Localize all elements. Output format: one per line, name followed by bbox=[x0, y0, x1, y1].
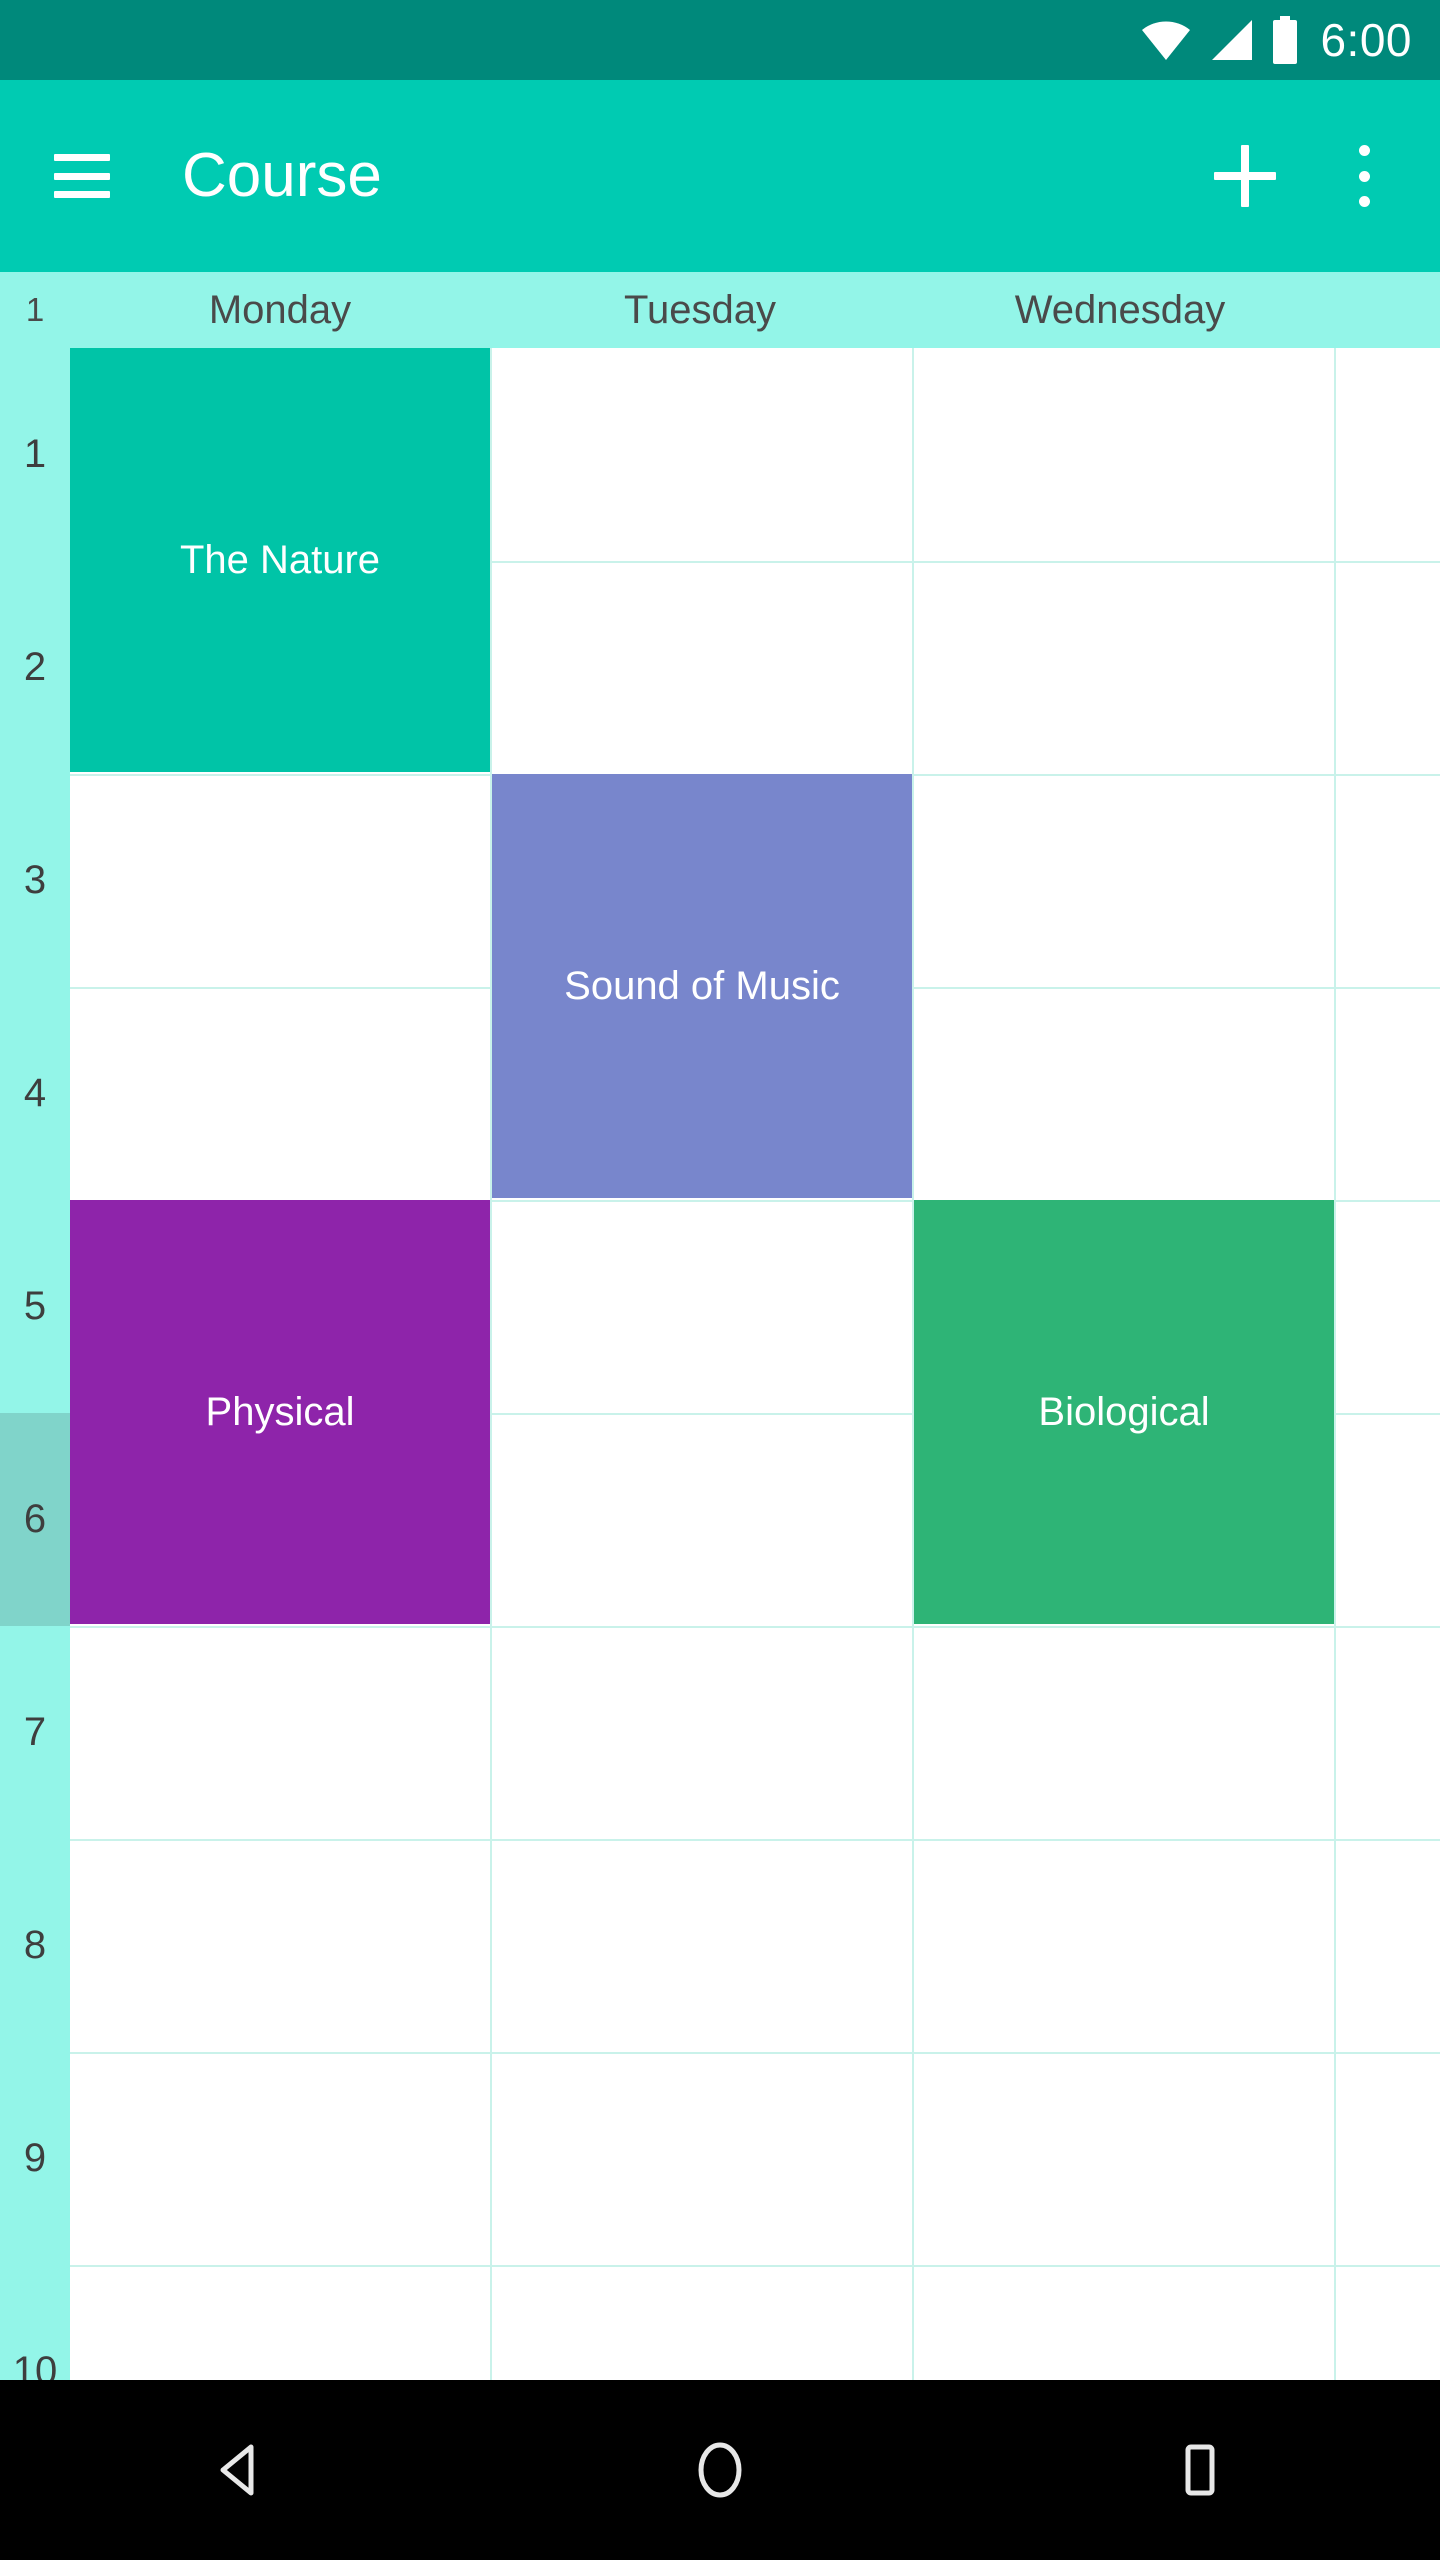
add-icon[interactable] bbox=[1214, 145, 1276, 207]
cellular-signal-icon bbox=[1212, 20, 1253, 60]
period-slot-1: 1 bbox=[23, 432, 47, 476]
period-slot-4: 4 bbox=[23, 1071, 47, 1115]
grid-line bbox=[70, 1626, 490, 1628]
android-navigation-bar bbox=[0, 2380, 1440, 2560]
course-block[interactable]: Physical bbox=[70, 1200, 490, 1624]
course-block[interactable]: The Nature bbox=[70, 348, 490, 772]
period-slot-7: 7 bbox=[23, 1710, 47, 1754]
grid-line bbox=[492, 2265, 912, 2267]
recents-square-icon bbox=[1185, 2444, 1215, 2496]
grid-line bbox=[492, 1626, 912, 1628]
hamburger-bar-3 bbox=[54, 191, 110, 198]
grid-line bbox=[914, 1839, 1334, 1841]
period-slot-8: 8 bbox=[23, 1923, 47, 1967]
hamburger-menu-icon[interactable] bbox=[54, 154, 110, 198]
course-name: Biological bbox=[1038, 1389, 1210, 1434]
grid-line bbox=[1336, 561, 1440, 563]
grid-line bbox=[492, 1200, 912, 1202]
back-button[interactable] bbox=[160, 2415, 320, 2525]
grid-line bbox=[1336, 1626, 1440, 1628]
period-slot-6: 6 bbox=[0, 1413, 70, 1626]
overflow-dot-1 bbox=[1358, 145, 1370, 156]
status-bar-clock: 6:00 bbox=[1320, 14, 1412, 66]
grid-line bbox=[1336, 2265, 1440, 2267]
grid-line bbox=[914, 2052, 1334, 2054]
app-root: 6:00 Course 1 Monday Tuesday Wednesday 1… bbox=[0, 0, 1440, 2560]
grid-line bbox=[1336, 1200, 1440, 1202]
grid-line bbox=[1336, 1839, 1440, 1841]
grid-line bbox=[1336, 2052, 1440, 2054]
course-name: Sound of Music bbox=[564, 963, 840, 1008]
overflow-dot-2 bbox=[1358, 170, 1370, 182]
app-bar-actions bbox=[1214, 145, 1392, 207]
course-block[interactable]: Biological bbox=[914, 1200, 1334, 1624]
more-options-icon[interactable] bbox=[1336, 145, 1392, 207]
grid-line bbox=[1336, 774, 1440, 776]
grid-line bbox=[1336, 1413, 1440, 1415]
day-header-tuesday[interactable]: Tuesday bbox=[490, 272, 910, 348]
overflow-dot-3 bbox=[1358, 196, 1370, 207]
course-name: Physical bbox=[205, 1389, 355, 1434]
day-header-monday[interactable]: Monday bbox=[70, 272, 490, 348]
home-button[interactable] bbox=[640, 2415, 800, 2525]
status-bar-icons bbox=[1140, 16, 1300, 64]
grid-line bbox=[492, 1839, 912, 1841]
hamburger-bar-2 bbox=[54, 172, 110, 180]
day-header-row: 1 Monday Tuesday Wednesday bbox=[0, 272, 1440, 348]
day-column-overflow[interactable] bbox=[1336, 348, 1440, 2380]
period-slot-3: 3 bbox=[23, 858, 47, 902]
status-bar: 6:00 bbox=[0, 0, 1440, 80]
day-column-tuesday[interactable] bbox=[492, 348, 914, 2380]
day-columns: The Nature Sound of Music Physical Biologic… bbox=[70, 348, 1440, 2380]
day-header-wednesday[interactable]: Wednesday bbox=[910, 272, 1330, 348]
wifi-icon bbox=[1142, 21, 1191, 60]
grid-line bbox=[914, 561, 1334, 563]
grid-line bbox=[70, 1839, 490, 1841]
recents-button[interactable] bbox=[1120, 2415, 1280, 2525]
header-corner-label: 1 bbox=[25, 291, 45, 328]
home-circle-icon bbox=[698, 2442, 742, 2498]
period-slot-2: 2 bbox=[23, 645, 47, 689]
grid-line bbox=[70, 774, 490, 776]
grid-line bbox=[70, 2052, 490, 2054]
period-slot-10: 10 bbox=[12, 2349, 58, 2380]
period-slot-9: 9 bbox=[23, 2136, 47, 2180]
app-bar: Course bbox=[0, 80, 1440, 272]
battery-icon bbox=[1273, 16, 1298, 64]
hamburger-bar-1 bbox=[54, 154, 110, 161]
grid-line bbox=[70, 2265, 490, 2267]
course-block[interactable]: Sound of Music bbox=[492, 774, 912, 1198]
grid-line bbox=[914, 2265, 1334, 2267]
grid-line bbox=[492, 1413, 912, 1415]
back-triangle-icon bbox=[220, 2444, 254, 2496]
grid-line bbox=[492, 2052, 912, 2054]
page-title: Course bbox=[182, 141, 382, 210]
grid-line bbox=[914, 1626, 1334, 1628]
grid-line bbox=[1336, 987, 1440, 989]
grid-line bbox=[914, 774, 1334, 776]
course-name: The Nature bbox=[179, 537, 381, 582]
grid-line bbox=[492, 561, 912, 563]
grid-line bbox=[914, 987, 1334, 989]
timetable-grid: 1 2 3 4 5 6 7 8 9 10 The Nature Sound of Music Phys… bbox=[0, 348, 1440, 2380]
period-column: 1 2 3 4 5 6 7 8 9 10 bbox=[0, 348, 70, 2380]
period-slot-5: 5 bbox=[23, 1284, 47, 1328]
grid-line bbox=[70, 987, 490, 989]
